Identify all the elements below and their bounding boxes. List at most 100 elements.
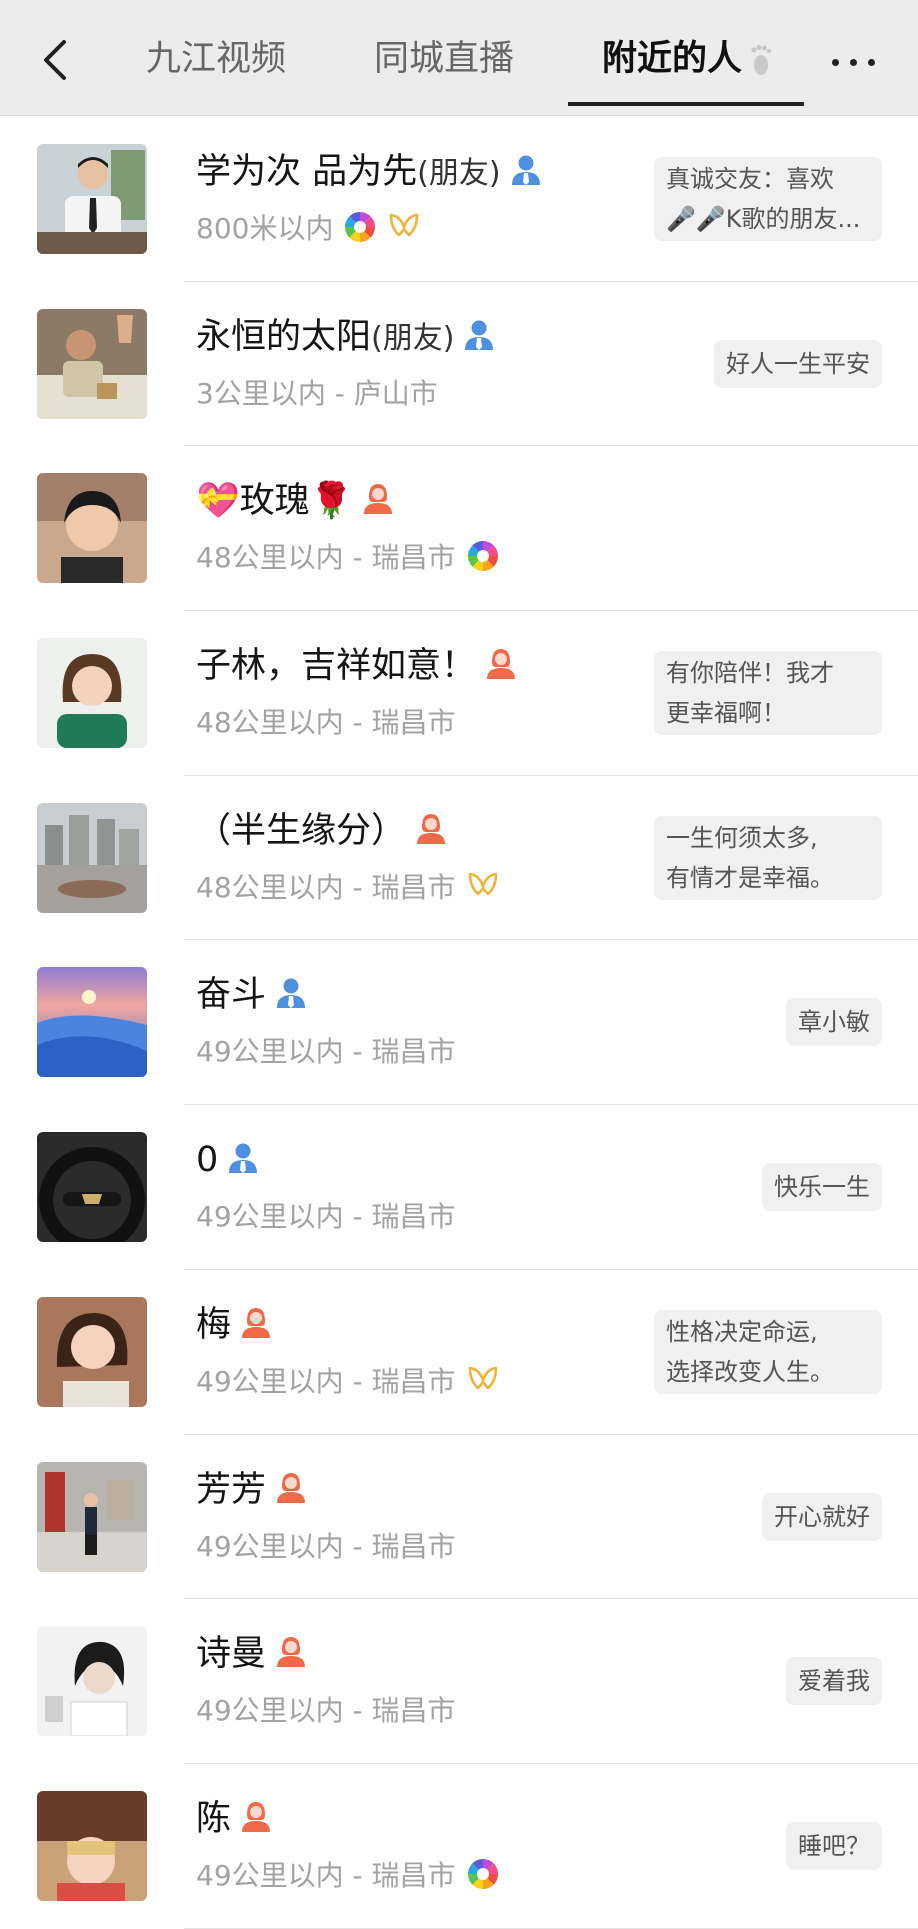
signature-bubble: 性格决定命运, 选择改变人生。	[654, 1309, 882, 1394]
female-user-icon	[242, 1801, 271, 1832]
person-name-line: 💝玫瑰🌹	[196, 476, 395, 526]
male-user-icon	[511, 155, 540, 185]
ribbon-icon	[468, 872, 497, 896]
male-user-icon	[277, 978, 306, 1009]
signature-text: 一生何须太多,	[666, 823, 818, 852]
signature-text: 性格决定命运,	[666, 1317, 818, 1346]
person-name-line: 子林，吉祥如意！	[196, 641, 518, 691]
person-name: （半生缘分）	[196, 810, 407, 851]
distance-text: 49公里以内 - 瑞昌市	[196, 1364, 456, 1398]
list-item[interactable]: 子林，吉祥如意！ 48公里以内 - 瑞昌市 有你陪伴！我才 更幸福啊！	[0, 611, 918, 776]
tab-city-live[interactable]: 同城直播	[374, 34, 514, 84]
person-name: 永恒的太阳	[196, 316, 372, 357]
avatar[interactable]	[37, 473, 147, 584]
person-name: 陈	[196, 1798, 232, 1839]
signature-text: 有情才是幸福。	[666, 863, 834, 892]
ribbon-icon	[468, 1366, 497, 1390]
avatar[interactable]	[37, 1790, 147, 1901]
more-button[interactable]	[826, 36, 882, 86]
tab-nearby-people[interactable]: 附近的人	[602, 34, 772, 84]
more-dots-icon	[832, 59, 839, 66]
list-item[interactable]: 诗曼 49公里以内 - 瑞昌市 爱着我	[0, 1599, 918, 1764]
moments-icon	[467, 1858, 498, 1889]
signature-text: 章小敏	[798, 1008, 870, 1037]
person-name-line: （半生缘分）	[196, 806, 448, 856]
distance-line: 48公里以内 - 瑞昌市	[196, 702, 456, 744]
avatar[interactable]	[37, 967, 147, 1078]
male-user-icon	[465, 320, 494, 350]
avatar[interactable]	[37, 802, 147, 913]
distance-text: 49公里以内 - 瑞昌市	[196, 1035, 456, 1069]
person-name: 💝玫瑰🌹	[196, 481, 354, 522]
list-item[interactable]: （半生缘分） 48公里以内 - 瑞昌市 一生何须太多, 有情才是幸福。	[0, 776, 918, 941]
moments-icon	[345, 212, 376, 242]
distance-line: 49公里以内 - 瑞昌市	[196, 1361, 500, 1403]
signature-bubble: 睡吧？	[786, 1821, 882, 1870]
friend-tag: (朋友)	[417, 156, 501, 191]
distance-line: 49公里以内 - 瑞昌市	[196, 1690, 456, 1732]
person-name-line: 芳芳	[196, 1465, 308, 1515]
footprint-icon	[751, 44, 772, 75]
list-item[interactable]: 0 49公里以内 - 瑞昌市 快乐一生	[0, 1105, 918, 1270]
female-user-icon	[277, 1637, 306, 1668]
signature-text: 更幸福啊！	[666, 699, 786, 728]
list-item[interactable]: 💝玫瑰🌹 48公里以内 - 瑞昌市	[0, 446, 918, 611]
signature-text: 好人一生平安	[726, 349, 870, 378]
distance-text: 49公里以内 - 瑞昌市	[196, 1529, 456, 1563]
person-name-line: 诗曼	[196, 1629, 308, 1679]
signature-text: 真诚交友：喜欢	[666, 165, 834, 193]
avatar[interactable]	[37, 638, 147, 749]
distance-text: 48公里以内 - 瑞昌市	[196, 870, 456, 904]
avatar[interactable]	[37, 1626, 147, 1737]
tab-jiujiang-video[interactable]: 九江视频	[146, 34, 286, 84]
person-name: 奋斗	[196, 975, 267, 1016]
person-name-line: 奋斗	[196, 970, 308, 1020]
person-name: 芳芳	[196, 1469, 267, 1510]
distance-line: 49公里以内 - 瑞昌市	[196, 1526, 456, 1568]
list-item[interactable]: 梅 49公里以内 - 瑞昌市 性格决定命运, 选择改变人生。	[0, 1270, 918, 1435]
person-name: 0	[196, 1140, 219, 1181]
list-item[interactable]: 学为次 品为先(朋友) 800米以内 真诚交友：喜欢 🎤🎤K歌的朋友...	[0, 117, 918, 282]
distance-text: 49公里以内 - 瑞昌市	[196, 1858, 456, 1892]
ribbon-icon	[390, 213, 419, 237]
list-item[interactable]: 永恒的太阳(朋友) 3公里以内 - 庐山市 好人一生平安	[0, 282, 918, 447]
distance-line: 48公里以内 - 瑞昌市	[196, 867, 500, 909]
distance-line: 49公里以内 - 瑞昌市	[196, 1855, 500, 1897]
avatar[interactable]	[37, 1461, 147, 1572]
avatar[interactable]	[37, 144, 147, 254]
signature-text: 睡吧？	[798, 1831, 870, 1860]
distance-line: 48公里以内 - 瑞昌市	[196, 537, 500, 579]
person-name-line: 永恒的太阳(朋友)	[196, 312, 496, 364]
back-button[interactable]	[30, 28, 82, 90]
avatar[interactable]	[37, 1296, 147, 1407]
signature-bubble: 真诚交友：喜欢 🎤🎤K歌的朋友...	[654, 157, 882, 241]
avatar[interactable]	[37, 1132, 147, 1243]
list-item[interactable]: 芳芳 49公里以内 - 瑞昌市 开心就好	[0, 1435, 918, 1600]
person-name-line: 陈	[196, 1794, 273, 1844]
female-user-icon	[364, 484, 393, 515]
signature-text: 快乐一生	[774, 1173, 870, 1202]
signature-bubble: 有你陪伴！我才 更幸福啊！	[654, 651, 882, 736]
signature-text: 🎤🎤K歌的朋友...	[666, 205, 861, 233]
person-name: 梅	[196, 1304, 232, 1345]
nearby-people-list: 学为次 品为先(朋友) 800米以内 真诚交友：喜欢 🎤🎤K歌的朋友... 永恒的太阳(…	[0, 117, 918, 1929]
top-navigation-bar: 九江视频 同城直播 附近的人	[0, 0, 918, 116]
person-name-line: 学为次 品为先(朋友)	[196, 147, 543, 199]
female-user-icon	[487, 649, 516, 680]
female-user-icon	[417, 813, 446, 844]
distance-text: 49公里以内 - 瑞昌市	[196, 1694, 456, 1728]
female-user-icon	[277, 1472, 306, 1503]
distance-line: 49公里以内 - 瑞昌市	[196, 1196, 456, 1238]
list-item[interactable]: 奋斗 49公里以内 - 瑞昌市 章小敏	[0, 940, 918, 1105]
person-name-line: 0	[196, 1135, 260, 1185]
list-item[interactable]: 陈 49公里以内 - 瑞昌市 睡吧？	[0, 1764, 918, 1929]
signature-text: 开心就好	[774, 1502, 870, 1531]
female-user-icon	[242, 1307, 271, 1338]
avatar[interactable]	[37, 308, 147, 419]
chevron-left-icon	[44, 40, 66, 80]
friend-tag: (朋友)	[371, 320, 455, 356]
signature-text: 选择改变人生。	[666, 1357, 834, 1386]
distance-line: 3公里以内 - 庐山市	[196, 373, 438, 415]
signature-text: 爱着我	[798, 1667, 870, 1696]
distance-text: 48公里以内 - 瑞昌市	[196, 706, 456, 740]
